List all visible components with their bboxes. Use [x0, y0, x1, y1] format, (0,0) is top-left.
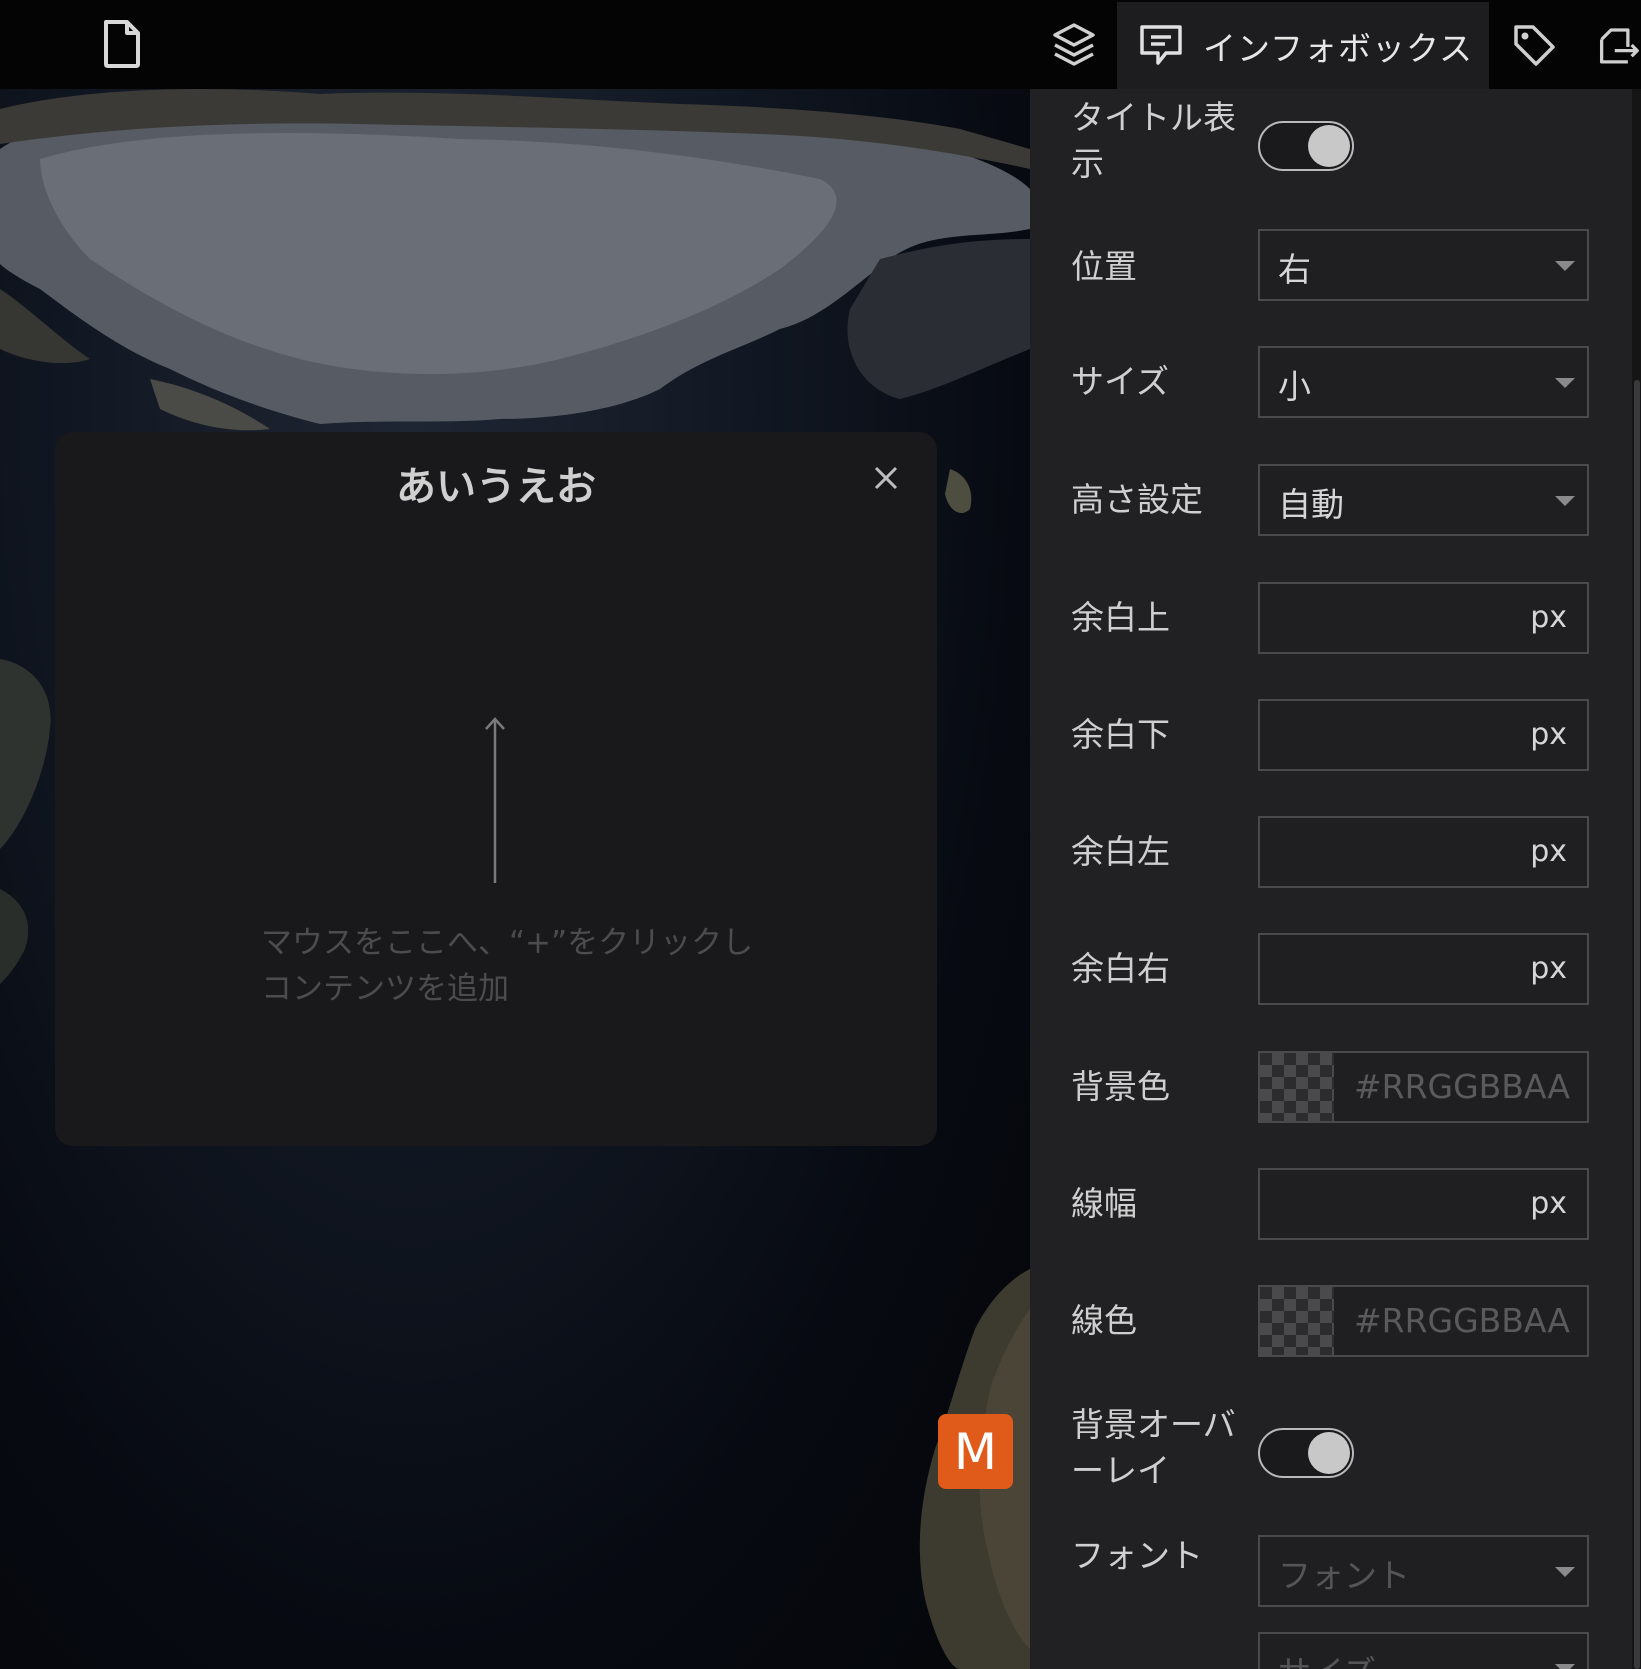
close-icon[interactable]	[866, 458, 906, 498]
height-value: 自動	[1278, 485, 1344, 524]
position-value: 右	[1278, 250, 1311, 289]
bg-overlay-label-line2: ーレイ	[1071, 1451, 1170, 1490]
unit-label: px	[1530, 717, 1567, 752]
line-width-label: 線幅	[1071, 1184, 1137, 1223]
map-marker-badge[interactable]: M	[938, 1414, 1013, 1489]
font-placeholder: フォント	[1278, 1556, 1410, 1595]
padding-left-label: 余白左	[1071, 832, 1170, 871]
bg-overlay-toggle[interactable]	[1258, 1428, 1354, 1478]
file-icon[interactable]	[98, 18, 146, 70]
layers-icon[interactable]	[1050, 20, 1098, 70]
chevron-down-icon	[1555, 1664, 1575, 1669]
position-label: 位置	[1071, 247, 1137, 286]
size-value: 小	[1278, 367, 1311, 406]
infobox-title: あいうえお	[396, 464, 596, 510]
hint-line-1: マウスをここへ、“+”をクリックし	[261, 925, 754, 961]
unit-label: px	[1530, 951, 1567, 986]
line-color-placeholder: #RRGGBBAA	[1354, 1301, 1570, 1340]
title-display-toggle[interactable]	[1258, 121, 1354, 171]
bg-color-input[interactable]: #RRGGBBAA	[1258, 1051, 1589, 1123]
tab-infobox-label: インフォボックス	[1203, 29, 1474, 68]
bg-overlay-label-line1: 背景オーバ	[1071, 1405, 1236, 1444]
padding-bottom-input[interactable]: px	[1258, 699, 1589, 771]
padding-top-input[interactable]: px	[1258, 582, 1589, 654]
unit-label: px	[1530, 600, 1567, 635]
bg-overlay-label: 背景オーバ ーレイ	[1071, 1402, 1236, 1494]
line-color-input[interactable]: #RRGGBBAA	[1258, 1285, 1589, 1357]
add-content-hint: マウスをここへ、“+”をクリックし コンテンツを追加	[261, 920, 753, 1012]
line-width-input[interactable]: px	[1258, 1168, 1589, 1240]
arrow-up-icon	[480, 715, 510, 889]
unit-label: px	[1530, 1186, 1567, 1221]
chevron-down-icon	[1555, 378, 1575, 388]
font-size-select[interactable]: サイズ	[1258, 1632, 1589, 1669]
position-select[interactable]: 右	[1258, 229, 1589, 301]
chevron-down-icon	[1555, 261, 1575, 271]
toggle-knob	[1308, 1432, 1350, 1474]
padding-top-label: 余白上	[1071, 598, 1170, 637]
height-label: 高さ設定	[1071, 480, 1203, 519]
title-display-label-line2: 示	[1071, 144, 1104, 183]
font-select[interactable]: フォント	[1258, 1535, 1589, 1607]
chevron-down-icon	[1555, 1567, 1575, 1577]
padding-right-label: 余白右	[1071, 949, 1170, 988]
padding-left-input[interactable]: px	[1258, 816, 1589, 888]
comment-box-icon	[1137, 22, 1185, 68]
bg-color-placeholder: #RRGGBBAA	[1354, 1067, 1570, 1106]
font-size-placeholder: サイズ	[1278, 1646, 1376, 1669]
scrollbar-thumb[interactable]	[1634, 380, 1640, 1669]
chevron-down-icon	[1555, 496, 1575, 506]
bg-color-label: 背景色	[1071, 1067, 1170, 1106]
toggle-knob	[1308, 125, 1350, 167]
color-swatch[interactable]	[1260, 1053, 1334, 1121]
hint-line-2: コンテンツを追加	[261, 971, 509, 1007]
title-display-label-line1: タイトル表	[1071, 98, 1236, 137]
size-select[interactable]: 小	[1258, 346, 1589, 418]
unit-label: px	[1530, 834, 1567, 869]
tag-icon[interactable]	[1510, 20, 1558, 70]
color-swatch[interactable]	[1260, 1287, 1334, 1355]
height-select[interactable]: 自動	[1258, 464, 1589, 536]
line-color-label: 線色	[1071, 1301, 1137, 1340]
font-label: フォント	[1071, 1536, 1203, 1575]
padding-bottom-label: 余白下	[1071, 715, 1170, 754]
size-label: サイズ	[1071, 362, 1170, 401]
padding-right-input[interactable]: px	[1258, 933, 1589, 1005]
export-icon[interactable]	[1596, 20, 1641, 70]
title-display-label: タイトル表 示	[1071, 95, 1236, 187]
